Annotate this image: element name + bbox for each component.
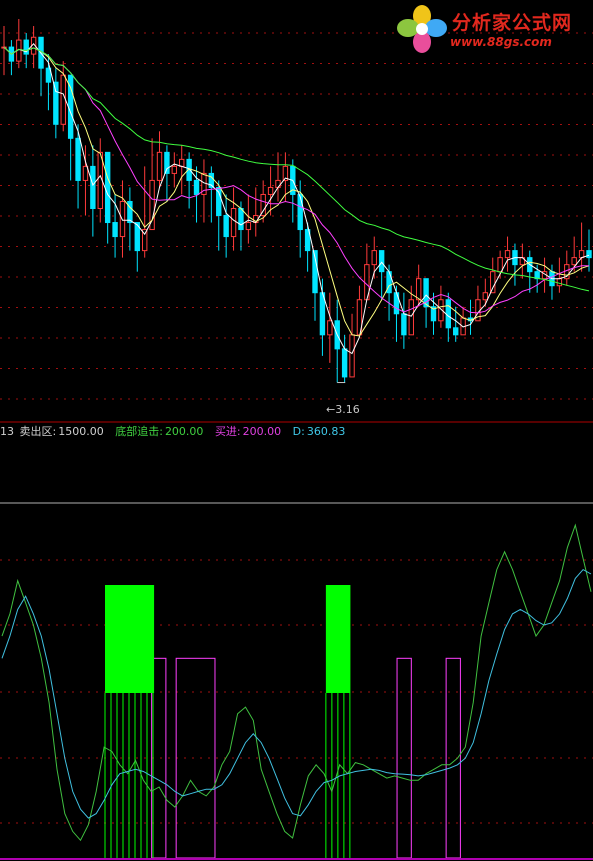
indicator-line-slow bbox=[1, 568, 592, 819]
candle-body bbox=[75, 137, 81, 181]
candle-body bbox=[193, 179, 200, 195]
candle-body bbox=[104, 151, 111, 224]
sell-zone-value: 1500.00 bbox=[58, 425, 104, 438]
low-arrow-icon: ← bbox=[326, 403, 336, 416]
candle-body bbox=[415, 278, 422, 301]
candle-body bbox=[586, 250, 592, 259]
bottom-chase-value: 200.00 bbox=[164, 425, 204, 438]
price-panel-grid bbox=[0, 32, 593, 400]
candle-body bbox=[82, 165, 89, 181]
candle-body bbox=[53, 81, 59, 125]
candle-body bbox=[179, 158, 185, 167]
buy-label: 买进: bbox=[214, 425, 241, 438]
logo-title: 分析家公式网 bbox=[452, 12, 573, 34]
candle-body bbox=[571, 257, 577, 266]
d-label: D: bbox=[292, 425, 305, 438]
candle-body bbox=[453, 327, 459, 336]
candlestick-series bbox=[1, 19, 592, 383]
candle-body bbox=[504, 250, 511, 259]
bottom-chase-block bbox=[325, 585, 351, 693]
candle-body bbox=[349, 334, 355, 378]
candle-body bbox=[156, 151, 163, 181]
candle-body bbox=[297, 193, 303, 231]
candle-body bbox=[112, 222, 118, 238]
buy-value: 200.00 bbox=[242, 425, 282, 438]
candle-body bbox=[223, 215, 229, 238]
candle-body bbox=[341, 348, 348, 378]
candle-body bbox=[578, 250, 585, 259]
flower-icon bbox=[397, 5, 447, 53]
candle-body bbox=[275, 179, 281, 188]
candle-body bbox=[245, 222, 252, 231]
indicator-line-fast bbox=[1, 523, 592, 842]
bottom-chase-block bbox=[105, 585, 155, 693]
candle-body bbox=[90, 165, 96, 209]
site-logo[interactable]: 分析家公式网 www.88gs.com bbox=[396, 2, 591, 58]
indicator-readout: 13 卖出区: 1500.00 底部追击: 200.00 买进: 200.00 D: 3… bbox=[0, 423, 347, 439]
candle-body bbox=[408, 299, 414, 336]
candle-body bbox=[230, 208, 237, 238]
bottom-chase-label: 底部追击: bbox=[115, 425, 163, 438]
candle-body bbox=[238, 208, 244, 231]
candle-body bbox=[497, 257, 503, 273]
candle-body bbox=[378, 250, 385, 273]
candle-body bbox=[327, 320, 333, 336]
sell-zone-label: 卖出区: bbox=[19, 425, 57, 438]
low-price-value: 3.16 bbox=[335, 403, 360, 416]
low-price-label: ←3.16 bbox=[326, 403, 360, 416]
candle-body bbox=[171, 165, 178, 174]
indicator-prefix: 13 bbox=[0, 425, 14, 438]
candle-body bbox=[482, 292, 489, 301]
candle-body bbox=[445, 299, 452, 329]
candle-body bbox=[401, 313, 407, 336]
indicator-panel-grid bbox=[0, 559, 593, 824]
candle-body bbox=[267, 186, 274, 195]
logo-url: www.88gs.com bbox=[450, 35, 552, 49]
candle-body bbox=[490, 271, 496, 294]
candle-body bbox=[556, 278, 563, 287]
d-value: 360.83 bbox=[306, 425, 346, 438]
candle-body bbox=[164, 151, 170, 174]
candle-body bbox=[60, 74, 66, 125]
candle-body bbox=[371, 250, 377, 266]
